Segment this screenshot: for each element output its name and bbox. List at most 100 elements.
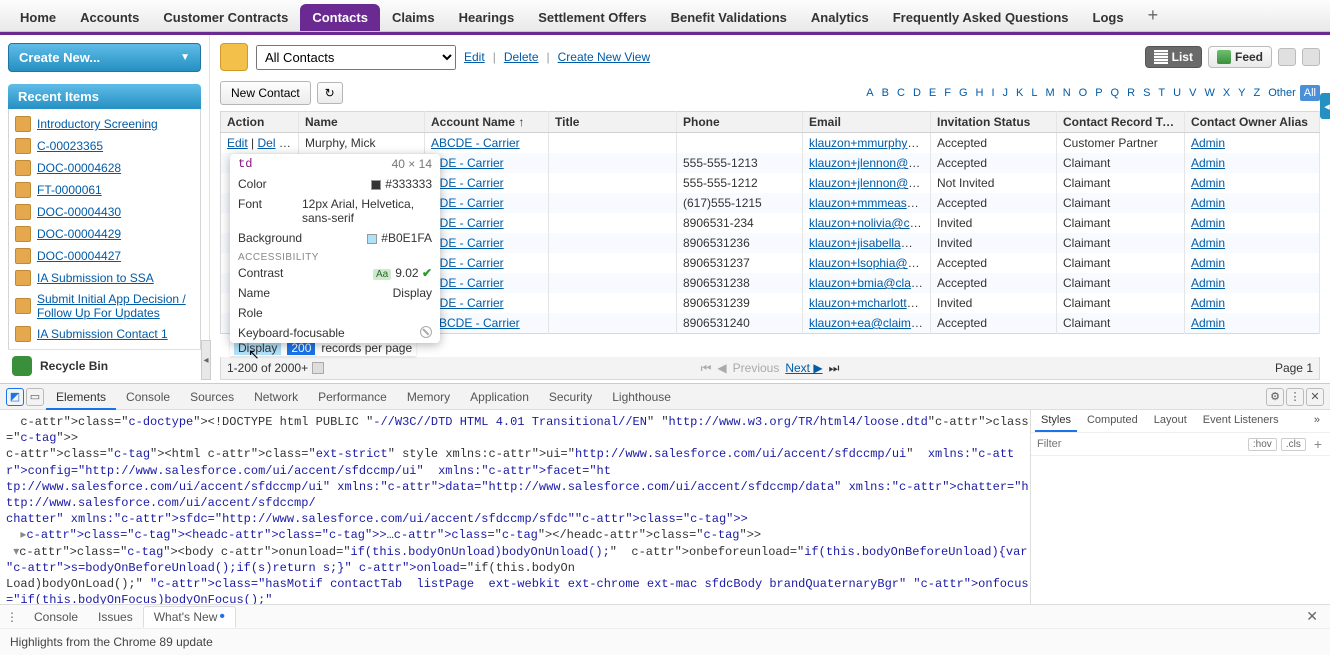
devtools-tab-elements[interactable]: Elements [46,386,116,410]
cell-link[interactable]: Admin [1191,176,1225,190]
recent-item[interactable]: FT-0000061 [15,179,194,201]
refresh-button[interactable]: ↻ [317,82,343,104]
feed-mode-button[interactable]: Feed [1208,46,1272,68]
tab-frequently-asked-questions[interactable]: Frequently Asked Questions [881,4,1081,31]
tab-claims[interactable]: Claims [380,4,447,31]
drawer-tab-console[interactable]: Console [24,607,88,627]
col-action[interactable]: Action [221,112,299,133]
styles-tab-event-listeners[interactable]: Event Listeners [1197,410,1285,432]
devtools-tab-memory[interactable]: Memory [397,386,460,408]
devtools-elements-tree[interactable]: c-attr">class="c-doctype"><!DOCTYPE html… [0,410,1030,604]
styles-tab-computed[interactable]: Computed [1081,410,1144,432]
cell-link[interactable]: klauzon+jisabella@cl… [809,236,931,250]
cell-link[interactable]: Admin [1191,276,1225,290]
alpha-f[interactable]: F [940,85,955,101]
recent-item[interactable]: IA Submission Contact 1 [15,323,194,345]
alpha-k[interactable]: K [1012,85,1027,101]
tab-customer-contracts[interactable]: Customer Contracts [151,4,300,31]
alpha-q[interactable]: Q [1107,85,1124,101]
alpha-u[interactable]: U [1169,85,1185,101]
cell-link[interactable]: klauzon+ea@claimify.… [809,316,931,330]
devtools-tab-lighthouse[interactable]: Lighthouse [602,386,681,408]
nav-last-icon[interactable]: ⏭ [829,361,840,376]
edit-view-link[interactable]: Edit [464,50,485,64]
devtools-tab-console[interactable]: Console [116,386,180,408]
row-del-link[interactable]: Del [257,136,275,150]
styles-filter-input[interactable] [1035,437,1244,451]
cell-link[interactable]: Admin [1191,316,1225,330]
delete-view-link[interactable]: Delete [504,50,539,64]
cell-link[interactable]: klauzon+lsophia@cla… [809,256,931,270]
nav-next-link[interactable]: Next ▶ [785,361,822,375]
alpha-v[interactable]: V [1185,85,1200,101]
col-title[interactable]: Title [549,112,677,133]
col-account-name[interactable]: Account Name ↑ [425,112,549,133]
recycle-bin-button[interactable]: Recycle Bin [8,349,201,376]
view-select[interactable]: All Contacts [256,45,456,70]
cell-link[interactable]: ABCDE - Carrier [431,316,520,330]
tab-hearings[interactable]: Hearings [447,4,527,31]
new-contact-button[interactable]: New Contact [220,81,311,105]
styles-tab-layout[interactable]: Layout [1148,410,1193,432]
cell-link[interactable]: Admin [1191,196,1225,210]
alpha-i[interactable]: I [987,85,998,101]
alpha-r[interactable]: R [1123,85,1139,101]
recent-item[interactable]: DOC-00004430 [15,201,194,223]
alpha-l[interactable]: L [1027,85,1041,101]
add-style-icon[interactable]: + [1310,436,1326,452]
devtools-tab-performance[interactable]: Performance [308,386,397,408]
devtools-more-icon[interactable]: ⋮ [1286,388,1304,406]
alpha-all[interactable]: All [1300,85,1320,101]
cell-link[interactable]: klauzon+jlennon@clai… [809,176,931,190]
cell-link[interactable]: Admin [1191,236,1225,250]
cell-link[interactable]: Admin [1191,256,1225,270]
tab-home[interactable]: Home [8,4,68,31]
cell-link[interactable]: CDE - Carrier [431,256,504,270]
drawer-close-icon[interactable]: ✕ [1300,608,1324,625]
alpha-e[interactable]: E [925,85,940,101]
cell-link[interactable]: CDE - Carrier [431,156,504,170]
recent-item[interactable]: IA Submission to SSA [15,267,194,289]
alpha-a[interactable]: A [862,85,877,101]
cell-link[interactable]: CDE - Carrier [431,196,504,210]
device-toggle-icon[interactable]: ▭ [26,388,44,406]
col-name[interactable]: Name [299,112,425,133]
tab-benefit-validations[interactable]: Benefit Validations [659,4,799,31]
recent-item[interactable]: Introductory Screening [15,113,194,135]
col-contact-owner-alias[interactable]: Contact Owner Alias [1185,112,1320,133]
alpha-j[interactable]: J [999,85,1013,101]
rpp-value[interactable]: 200 [287,341,315,355]
cell-link[interactable]: ABCDE - Carrier [431,136,520,150]
col-contact-record-type[interactable]: Contact Record Type [1057,112,1185,133]
col-email[interactable]: Email [803,112,931,133]
create-new-button[interactable]: Create New... ▼ [8,43,201,72]
row-edit-link[interactable]: Edit [227,136,248,150]
alpha-p[interactable]: P [1091,85,1106,101]
cell-link[interactable]: Admin [1191,156,1225,170]
alpha-m[interactable]: M [1042,85,1059,101]
drawer-tab-issues[interactable]: Issues [88,607,143,627]
devtools-settings-icon[interactable]: ⚙ [1266,388,1284,406]
alpha-z[interactable]: Z [1250,85,1265,101]
tab-settlement-offers[interactable]: Settlement Offers [526,4,658,31]
cell-link[interactable]: klauzon+bmia@claimi… [809,276,931,290]
add-tab-icon[interactable]: + [1140,5,1167,26]
inspect-element-icon[interactable]: ◩ [6,388,24,406]
cell-link[interactable]: klauzon+mmurphy@c… [809,136,931,150]
tab-analytics[interactable]: Analytics [799,4,881,31]
styles-tabs-overflow-icon[interactable]: » [1308,410,1326,432]
tab-contacts[interactable]: Contacts [300,4,380,31]
cell-link[interactable]: CDE - Carrier [431,176,504,190]
cell-link[interactable]: CDE - Carrier [431,296,504,310]
alpha-d[interactable]: D [909,85,925,101]
list-mode-button[interactable]: List [1145,46,1202,68]
cell-link[interactable]: klauzon+jlennon@clai… [809,156,931,170]
drawer-menu-icon[interactable]: ⋮ [6,610,20,624]
alpha-b[interactable]: B [878,85,893,101]
alpha-o[interactable]: O [1075,85,1092,101]
recent-item[interactable]: DOC-00004429 [15,223,194,245]
create-new-view-link[interactable]: Create New View [558,50,650,64]
devtools-tab-sources[interactable]: Sources [180,386,244,408]
alpha-other[interactable]: Other [1264,85,1300,101]
cell-link[interactable]: klauzon+mmmeasure… [809,196,931,210]
